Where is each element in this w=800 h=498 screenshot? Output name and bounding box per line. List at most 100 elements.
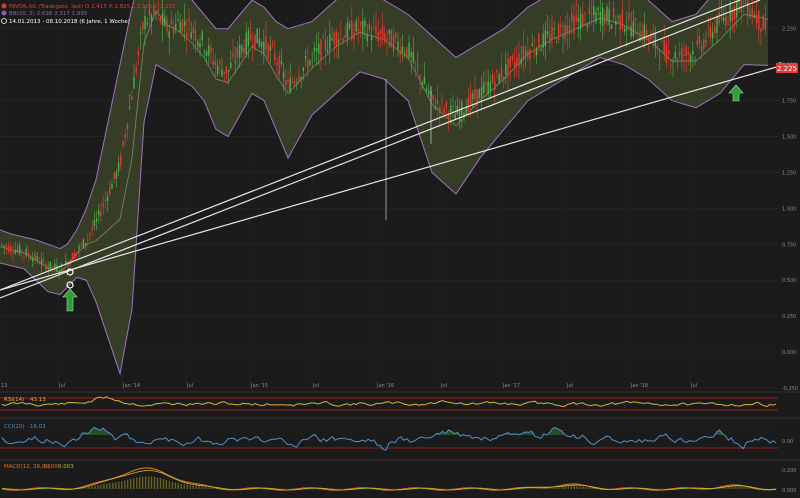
candle-body (599, 12, 602, 25)
candle-body (106, 196, 109, 202)
candle-body (755, 13, 758, 23)
candle-body (722, 17, 725, 22)
candle-body (632, 21, 635, 37)
candle-body (428, 90, 430, 95)
candle-body (234, 61, 236, 63)
candle-body (410, 52, 412, 58)
candle-body (12, 252, 14, 254)
candle-body (357, 29, 360, 32)
candle-body (597, 7, 599, 11)
macd-tick-2: 0.000 (782, 488, 796, 494)
candle-body (705, 40, 707, 42)
candle-body (458, 110, 461, 121)
y-tick-label: 0.750 (782, 242, 796, 248)
candle-body (201, 31, 203, 41)
x-tick-label: Jul (186, 383, 193, 389)
candle-body (54, 263, 56, 268)
candle-body (3, 245, 5, 247)
stock-chart[interactable]: 2.225 2.2502.0001.7501.5001.2501.0000.75… (0, 0, 800, 498)
candle-body (183, 20, 186, 26)
candle-body (168, 31, 170, 38)
candle-body (703, 39, 705, 49)
candle-body (676, 59, 679, 63)
candle-body (291, 81, 294, 83)
candle-body (289, 78, 291, 93)
candle-body (227, 69, 230, 72)
candle-body (10, 246, 12, 252)
candle-body (241, 45, 243, 52)
candle-body (483, 82, 485, 93)
candle-body (159, 17, 162, 23)
candle-body (707, 25, 709, 27)
candle-body (758, 10, 760, 30)
candle-body (500, 67, 503, 80)
candle-body (172, 26, 175, 33)
candle-body (516, 57, 518, 66)
candle-body (150, 15, 153, 23)
rsi-panel: RSI(14) 43.13 (0, 393, 778, 415)
candle-body (474, 88, 476, 100)
candle-body (604, 13, 606, 25)
candle-body (694, 57, 696, 59)
candle-body (186, 32, 188, 37)
candle-body (117, 162, 120, 172)
candle-body (128, 106, 131, 109)
candle-body (619, 15, 621, 30)
candle-body (29, 258, 32, 260)
candle-body (401, 46, 404, 53)
candle-body (749, 14, 751, 17)
candle-body (663, 40, 665, 54)
candle-body (700, 45, 703, 52)
candle-body (131, 96, 133, 100)
candle-body (76, 251, 78, 253)
candle-body (322, 37, 324, 38)
candle-body (520, 58, 522, 64)
candle-body (247, 30, 250, 46)
candle-body (593, 6, 595, 16)
candle-body (45, 264, 47, 270)
candle-body (406, 47, 408, 58)
candle-body (32, 257, 34, 262)
candle-body (683, 54, 685, 56)
y-tick-label: 0.250 (782, 314, 796, 320)
candle-body (326, 49, 329, 53)
candle-body (100, 211, 102, 217)
candle-body (89, 233, 91, 235)
candle-body (5, 245, 8, 248)
candle-body (579, 13, 582, 30)
candle-body (7, 245, 10, 253)
candle-body (113, 172, 115, 179)
x-tick-label: Jul (690, 383, 697, 389)
candle-body (665, 43, 668, 63)
candle-body (485, 82, 487, 84)
candle-body (51, 266, 54, 268)
candle-body (146, 22, 148, 25)
candle-body (16, 249, 19, 251)
candle-body (368, 23, 371, 31)
candle-body (698, 36, 701, 44)
candle-body (71, 253, 74, 261)
candle-body (98, 209, 100, 216)
candle-body (267, 43, 269, 59)
header-line-1: FAVOR.AG (Tradegate, last) O 2.415 H 2.8… (9, 4, 176, 10)
candle-body (144, 15, 146, 30)
candle-body (670, 65, 672, 66)
candle-body (340, 33, 342, 35)
candle-body (155, 12, 157, 14)
candle-body (747, 0, 749, 16)
candle-body (465, 108, 467, 115)
candle-body (518, 53, 520, 67)
candle-body (34, 253, 36, 260)
candle-body (645, 30, 648, 40)
candle-body (381, 26, 384, 38)
x-tick-label: Jan '16 (376, 383, 394, 389)
candle-body (551, 26, 553, 40)
header-line-2: BB(20, 2) 2.638 2.317 1.995 (9, 11, 88, 17)
candle-body (335, 32, 338, 47)
candle-body (269, 45, 272, 51)
candle-body (62, 269, 65, 271)
candle-body (538, 33, 540, 49)
candle-body (324, 39, 327, 51)
candle-body (87, 238, 89, 239)
candle-body (373, 26, 375, 28)
